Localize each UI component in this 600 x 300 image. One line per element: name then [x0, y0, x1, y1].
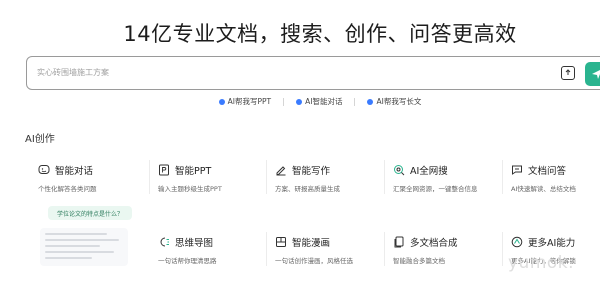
- card-smart-chat[interactable]: 智能对话 个性化解答各类问题: [38, 163, 148, 209]
- send-icon: [592, 70, 600, 79]
- search-input[interactable]: 实心砖围墙施工方案: [37, 67, 109, 78]
- ai-dot-icon: [367, 98, 374, 105]
- quick-links: AI帮我写PPT AI智能对话 AI帮我写长文: [0, 96, 600, 107]
- multi-doc-icon: [393, 236, 405, 248]
- chat-smile-icon: [38, 164, 50, 176]
- upload-icon[interactable]: [561, 66, 575, 80]
- watermark: yumok.: [508, 253, 575, 273]
- more-ai-icon: [511, 236, 523, 248]
- quick-link-ppt[interactable]: AI帮我写PPT: [207, 96, 283, 107]
- section-title: AI创作: [25, 134, 55, 145]
- promo-question: 学位论文的特点是什么？: [48, 206, 132, 220]
- card-mindmap[interactable]: 思维导图 一句话帮你理清思路: [158, 235, 268, 281]
- card-doc-qa[interactable]: 文档问答 AI快速解读、总结文档: [511, 163, 600, 209]
- promo-preview: 学位论文的特点是什么？: [40, 206, 140, 272]
- comic-icon: [275, 236, 287, 248]
- card-multi-doc[interactable]: 多文档合成 智能融合多篇文档: [393, 235, 503, 281]
- divider: [502, 232, 503, 266]
- send-button[interactable]: [585, 62, 600, 86]
- divider: [149, 160, 150, 194]
- divider: [266, 232, 267, 266]
- pen-icon: [275, 164, 287, 176]
- divider: [384, 232, 385, 266]
- ai-dot-icon: [296, 98, 303, 105]
- ai-dot-icon: [218, 98, 225, 105]
- card-smart-ppt[interactable]: 智能PPT 输入主题秒级生成PPT: [158, 163, 268, 209]
- card-ai-search[interactable]: AI全网搜 汇聚全网资源，一键整合信息: [393, 163, 503, 209]
- hero-title: 14亿专业文档，搜索、创作、问答更高效: [123, 22, 517, 46]
- card-comic[interactable]: 智能漫画 一句话创作漫画，风格任选: [275, 235, 385, 281]
- mindmap-icon: [158, 236, 170, 248]
- card-smart-writing[interactable]: 智能写作 方案、研报高质量生成: [275, 163, 385, 209]
- divider: [384, 160, 385, 194]
- promo-doc-preview: [40, 228, 128, 266]
- search-globe-icon: [393, 164, 405, 176]
- search-box[interactable]: 实心砖围墙施工方案: [26, 56, 600, 90]
- divider: [266, 160, 267, 194]
- quick-link-longtext[interactable]: AI帮我写长文: [355, 96, 433, 107]
- ppt-icon: [158, 164, 170, 176]
- quick-link-chat[interactable]: AI智能对话: [284, 96, 354, 107]
- doc-question-icon: [511, 164, 523, 176]
- divider: [502, 160, 503, 194]
